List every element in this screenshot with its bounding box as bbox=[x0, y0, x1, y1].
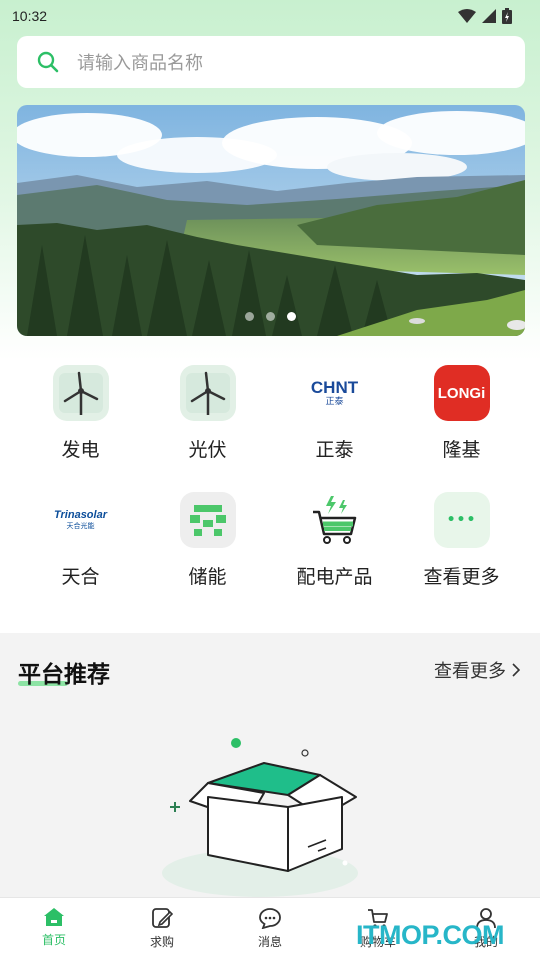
category-fadian[interactable]: 发电 bbox=[17, 365, 144, 462]
edit-icon bbox=[152, 908, 173, 928]
search-bar[interactable]: 请输入商品名称 bbox=[17, 36, 525, 88]
tab-label: 求购 bbox=[149, 935, 174, 949]
status-icons bbox=[458, 8, 512, 24]
category-label: 天合 bbox=[61, 566, 100, 588]
category-peidian[interactable]: 配电产品 bbox=[271, 492, 398, 589]
tab-qiugou[interactable]: 求购 bbox=[108, 898, 216, 960]
status-time: 10:32 bbox=[12, 8, 48, 24]
recommend-section: 平台推荐 查看更多 bbox=[0, 633, 540, 897]
carousel-dot[interactable] bbox=[245, 312, 254, 321]
longi-logo-text: LONGi bbox=[437, 384, 486, 402]
category-label: 发电 bbox=[61, 439, 100, 461]
category-zhengtai[interactable]: CHNT 正泰 正泰 bbox=[271, 365, 398, 462]
message-icon bbox=[259, 908, 281, 929]
tab-label: 首页 bbox=[41, 933, 66, 947]
category-label: 查看更多 bbox=[423, 566, 500, 588]
more-link-label: 查看更多 bbox=[434, 661, 506, 682]
battery-icon bbox=[502, 8, 512, 24]
category-label: 隆基 bbox=[442, 439, 481, 461]
carousel-dot[interactable] bbox=[266, 312, 275, 321]
longi-logo: LONGi bbox=[433, 365, 490, 421]
status-bar: 10:32 bbox=[0, 0, 540, 32]
chint-logo: CHNT 正泰 bbox=[307, 365, 363, 421]
trinasolar-logo: Trinasolar 天合光能 bbox=[49, 492, 113, 548]
recommend-title: 平台推荐 bbox=[18, 662, 110, 688]
signal-icon bbox=[482, 9, 496, 23]
chint-logo-subtext: 正泰 bbox=[325, 397, 344, 407]
category-more[interactable]: ••• 查看更多 bbox=[398, 492, 525, 589]
trinasolar-logo-text: Trinasolar bbox=[54, 509, 107, 521]
home-icon bbox=[44, 908, 64, 926]
chevron-right-icon bbox=[512, 663, 520, 677]
category-label: 光伏 bbox=[188, 439, 227, 461]
wifi-icon bbox=[458, 9, 476, 23]
wind-turbine-icon bbox=[179, 365, 236, 421]
category-label: 储能 bbox=[188, 566, 227, 588]
trinasolar-logo-subtext: 天合光能 bbox=[66, 522, 95, 530]
search-icon bbox=[37, 51, 59, 73]
carousel-indicator bbox=[245, 312, 296, 321]
recommend-more-link[interactable]: 查看更多 bbox=[434, 657, 520, 683]
category-label: 配电产品 bbox=[296, 566, 373, 588]
more-icon: ••• bbox=[433, 492, 490, 548]
category-chuneng[interactable]: 储能 bbox=[144, 492, 271, 589]
shopping-cart-icon bbox=[307, 492, 363, 548]
more-dots: ••• bbox=[446, 512, 477, 528]
watermark-text: ITMOP.COM bbox=[356, 920, 505, 950]
tab-home[interactable]: 首页 bbox=[0, 898, 108, 960]
category-grid: 发电 光伏 CHNT 正泰 正泰 LONGi 隆基 Trinasolar 天合光… bbox=[17, 365, 525, 589]
storage-icon bbox=[179, 492, 236, 548]
chint-logo-text: CHNT bbox=[310, 378, 359, 397]
tab-messages[interactable]: 消息 bbox=[216, 898, 324, 960]
carousel-dot-active[interactable] bbox=[287, 312, 296, 321]
category-longji[interactable]: LONGi 隆基 bbox=[398, 365, 525, 462]
empty-box-illustration bbox=[162, 738, 358, 897]
tab-label: 消息 bbox=[257, 935, 282, 949]
category-guangfu[interactable]: 光伏 bbox=[144, 365, 271, 462]
category-label: 正泰 bbox=[315, 439, 354, 461]
wind-turbine-icon bbox=[52, 365, 109, 421]
banner-carousel[interactable] bbox=[17, 105, 525, 336]
banner-landscape-image bbox=[17, 105, 525, 336]
category-tianhe[interactable]: Trinasolar 天合光能 天合 bbox=[17, 492, 144, 589]
search-input[interactable]: 请输入商品名称 bbox=[77, 49, 203, 75]
